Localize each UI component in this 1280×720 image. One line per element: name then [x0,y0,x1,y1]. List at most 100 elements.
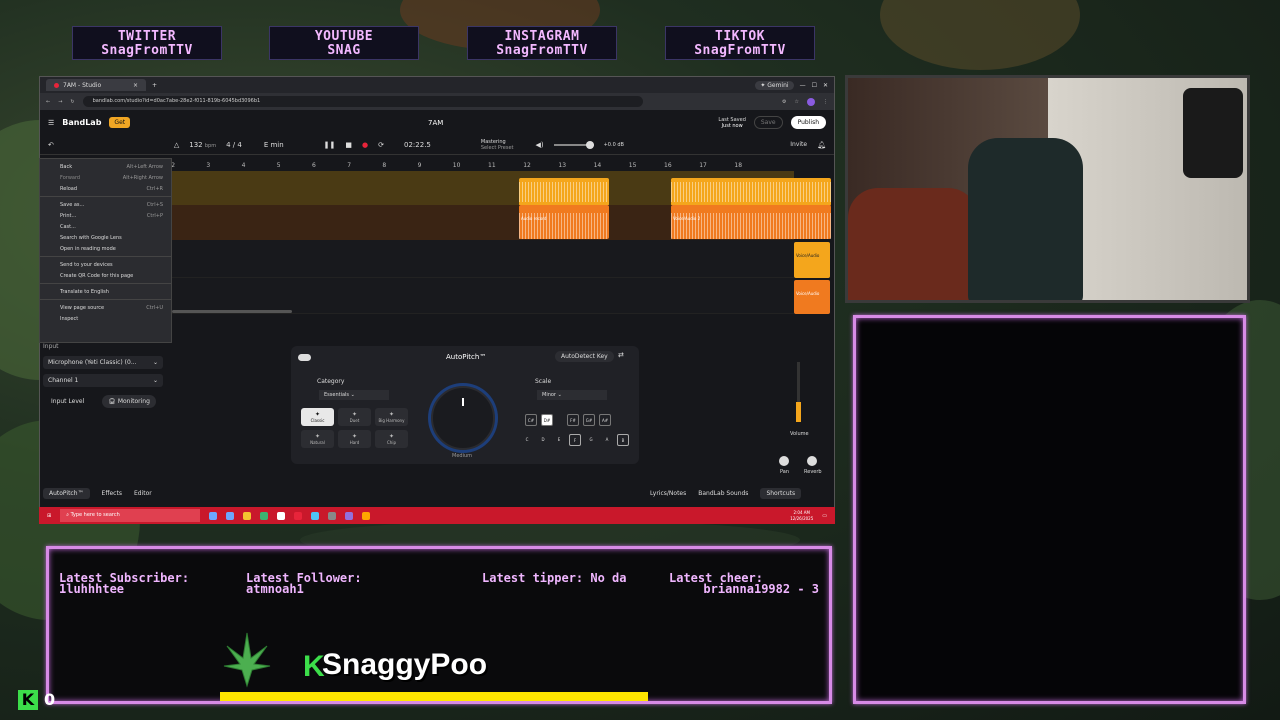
context-menu-item[interactable]: Send to your devices [40,259,171,270]
get-button[interactable]: Get [109,117,131,128]
key-button[interactable]: B [617,434,629,446]
key-button[interactable]: A# [599,414,611,426]
taskbar-app-icon[interactable] [362,511,371,520]
taskbar-clock[interactable]: 2:04 AM 12/26/2025 [790,510,813,522]
preset-chip[interactable]: ✦ Chip [375,430,408,448]
key-button[interactable]: C [521,434,533,446]
tab-bandlab-sounds[interactable]: BandLab Sounds [698,490,748,497]
autodetect-key-button[interactable]: AutoDetect Key [555,351,614,362]
preset-chip[interactable]: ✦ Classic [301,408,334,426]
undo-icon[interactable]: ↶ [48,141,54,149]
bandlab-logo[interactable]: BandLab [62,118,101,127]
taskbar-app-icon[interactable] [277,511,286,520]
extensions-icon[interactable]: ⚙ [782,99,786,105]
maximize-icon[interactable]: ☐ [812,82,817,89]
key-button[interactable]: E [553,434,565,446]
close-tab-icon[interactable]: × [133,82,138,89]
audio-clip[interactable] [671,178,831,206]
url-field[interactable]: bandlab.com/studio?id=d0ac7abe-28e2-f011… [82,96,643,107]
taskbar-app-icon[interactable] [243,511,252,520]
key-button[interactable]: G [585,434,597,446]
audio-clip[interactable]: Voice/Audio [794,242,830,278]
taskbar-app-icon[interactable] [311,511,320,520]
key-button[interactable]: D [537,434,549,446]
settings-icon[interactable]: ⇄ [618,351,624,359]
hamburger-icon[interactable]: ☰ [48,119,54,127]
new-tab-icon[interactable]: + [152,82,157,89]
mastering-selector[interactable]: Mastering Select Preset [481,139,514,151]
context-menu-item[interactable]: Inspect [40,313,171,324]
taskbar-app-icon[interactable] [294,511,303,520]
scale-select[interactable]: Minor ⌄ [537,390,607,400]
tab-effects[interactable]: Effects [102,490,122,497]
context-menu-item[interactable]: Print... Ctrl+P [40,210,171,221]
preset-chip[interactable]: ✦ Natural [301,430,334,448]
taskbar-app-icon[interactable] [345,511,354,520]
channel-select[interactable]: Channel 1 ⌄ [43,374,163,387]
project-title[interactable]: 7AM [428,119,443,127]
track-lane[interactable]: Voice/Audio [134,240,830,278]
track-lane[interactable] [134,171,831,209]
stop-icon[interactable]: ■ [345,141,352,149]
volume-fader[interactable] [796,362,801,422]
context-menu-item[interactable]: Open in reading mode [40,243,171,254]
tab-shortcuts[interactable]: Shortcuts [760,488,802,499]
context-menu-item[interactable]: Back Alt+Left Arrow [40,161,171,172]
tab-lyrics[interactable]: Lyrics/Notes [650,490,686,497]
publish-button[interactable]: Publish [790,116,826,129]
key-button[interactable]: F [569,434,581,446]
key-button[interactable]: G# [583,414,595,426]
gemini-button[interactable]: ✦ Gemini [755,80,794,90]
horizontal-scrollbar[interactable] [172,310,292,313]
pause-icon[interactable]: ❚❚ [324,141,336,149]
timeline-ruler[interactable]: 123456789101112131415161718 [134,162,794,171]
minimize-icon[interactable]: — [800,82,806,89]
master-volume-slider[interactable] [553,140,594,149]
menu-dots-icon[interactable]: ⋮ [823,99,828,105]
taskbar-app-icon[interactable] [260,511,269,520]
preset-chip[interactable]: ✦ Duet [338,408,371,426]
key-button[interactable]: D# [541,414,553,426]
notifications-icon[interactable]: ▭ [822,513,827,519]
track-lane[interactable]: Audio record Voice/Audio 2 [134,205,831,243]
notification-icon[interactable]: 🔔︎ [817,141,826,149]
bookmark-icon[interactable]: ☆ [795,99,799,105]
taskbar-app-icon[interactable] [209,511,218,520]
browser-tab[interactable]: 7AM - Studio × [46,79,146,91]
key-button[interactable]: A [601,434,613,446]
back-icon[interactable]: ← [46,99,50,105]
track-lane[interactable]: Voice/Audio [134,278,830,314]
context-menu-item[interactable]: Forward Alt+Right Arrow [40,172,171,183]
taskbar-search[interactable]: ⌕ Type here to search [60,509,201,522]
tab-editor[interactable]: Editor [134,490,152,497]
context-menu-item[interactable]: Reload Ctrl+R [40,183,171,194]
reverb-knob[interactable] [807,456,817,466]
autopitch-toggle[interactable] [298,354,311,361]
context-menu-item[interactable]: View page source Ctrl+U [40,302,171,313]
autopitch-knob[interactable] [431,386,495,450]
speaker-icon[interactable]: ◀) [535,141,543,149]
tempo[interactable]: 132 bpm [189,141,216,149]
tab-autopitch[interactable]: AutoPitch™ [43,488,90,499]
key-button[interactable]: C# [525,414,537,426]
close-window-icon[interactable]: ✕ [823,82,828,89]
preset-chip[interactable]: ✦ Big Harmony [375,408,408,426]
audio-clip[interactable] [519,178,609,206]
start-icon[interactable]: ⊞ [47,513,51,519]
key-selector[interactable]: E min [264,141,284,149]
audio-clip[interactable]: Voice/Audio [794,280,830,314]
taskbar-app-icon[interactable] [328,511,337,520]
save-button[interactable]: Save [753,116,783,129]
preset-chip[interactable]: ✦ Hard [338,430,371,448]
context-menu-item[interactable]: Search with Google Lens [40,232,171,243]
context-menu-item[interactable]: Save as... Ctrl+S [40,199,171,210]
pan-knob[interactable] [779,456,789,466]
context-menu-item[interactable]: Cast... [40,221,171,232]
forward-icon[interactable]: → [58,99,62,105]
context-menu-item[interactable]: Translate to English [40,286,171,297]
audio-clip[interactable]: Audio record [519,205,609,239]
audio-clip[interactable]: Voice/Audio 2 [671,205,831,239]
profile-icon[interactable] [807,97,815,106]
time-signature[interactable]: 4 / 4 [226,141,242,149]
invite-button[interactable]: Invite [790,141,807,148]
